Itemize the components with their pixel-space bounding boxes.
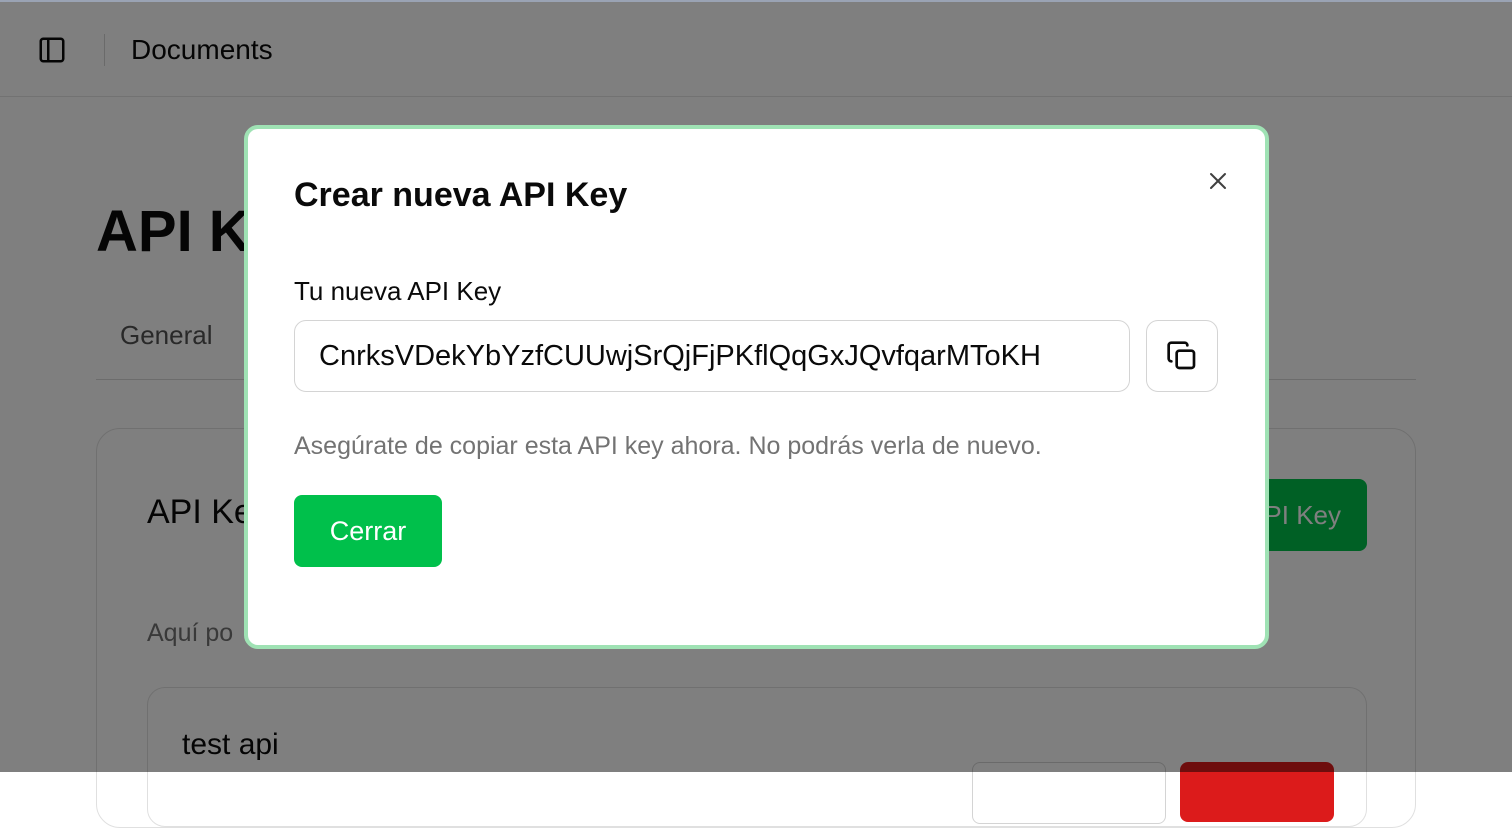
create-api-key-dialog: Crear nueva API Key Tu nueva API Key Ase…	[244, 125, 1269, 649]
copy-button[interactable]	[1146, 320, 1218, 392]
cerrar-button[interactable]: Cerrar	[294, 495, 442, 567]
dialog-title: Crear nueva API Key	[294, 176, 628, 214]
api-key-field[interactable]	[294, 320, 1130, 392]
window-top-edge	[0, 0, 1512, 2]
copy-warning-text: Asegúrate de copiar esta API key ahora. …	[294, 432, 1042, 460]
dialog-close-button[interactable]	[1198, 161, 1238, 201]
close-icon	[1210, 173, 1226, 189]
copy-icon	[1167, 341, 1196, 370]
api-key-field-label: Tu nueva API Key	[294, 276, 502, 306]
